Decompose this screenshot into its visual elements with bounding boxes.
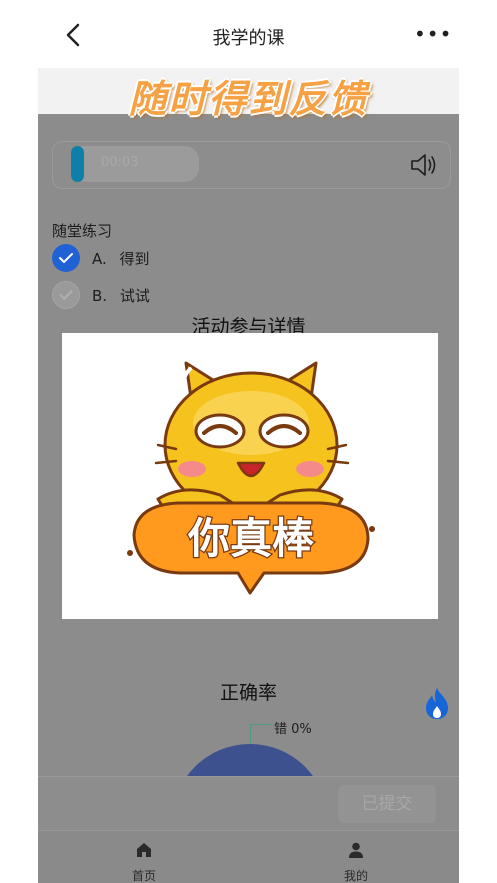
flame-icon[interactable]: [424, 686, 450, 720]
home-icon: [137, 843, 151, 857]
option-a-label[interactable]: A. 得到: [92, 248, 150, 269]
option-b-text: 试试: [119, 287, 150, 305]
bottom-tab-bar: 首页 我的: [38, 830, 459, 883]
tab-home[interactable]: 首页: [104, 831, 184, 883]
user-icon: [349, 842, 363, 858]
option-b-key: B.: [92, 287, 108, 305]
quiz-section-label: 随堂练习: [52, 222, 113, 240]
option-a-text: 得到: [119, 250, 150, 268]
audio-player: 00:03: [52, 141, 451, 189]
submitted-button[interactable]: 已提交: [338, 785, 436, 823]
praise-popup[interactable]: 你真棒: [62, 333, 438, 619]
audio-time: 00:03: [101, 155, 139, 170]
option-a-checkbox[interactable]: [52, 244, 80, 272]
feedback-banner: 随时得到反馈: [38, 68, 459, 121]
audio-progress-fill: [71, 146, 84, 182]
cat-praise-sticker: 你真棒: [127, 361, 375, 595]
audio-progress-bar[interactable]: 00:03: [71, 146, 199, 182]
banner-text: 随时得到反馈: [128, 77, 369, 121]
option-b-label[interactable]: B. 试试: [92, 285, 150, 306]
option-a-key: A.: [92, 250, 107, 268]
sticker-text: 你真棒: [187, 514, 315, 563]
wrong-rate-label: 错 0%: [274, 722, 312, 737]
chart-leader-line: [250, 724, 273, 745]
tab-mine[interactable]: 我的: [316, 831, 396, 883]
top-navigation-bar: 我学的课 •••: [0, 0, 497, 68]
checkmark-icon: [59, 290, 73, 300]
speaker-icon[interactable]: [409, 151, 439, 179]
accuracy-title: 正确率: [219, 682, 277, 704]
option-b-checkbox[interactable]: [52, 281, 80, 309]
checkmark-icon: [59, 253, 73, 263]
submit-bar: 已提交: [38, 776, 459, 831]
tab-mine-label: 我的: [343, 869, 368, 883]
course-screen: 随时得到反馈 00:03 随堂练习 A. 得到 B. 试试 活动参与详情 正确率…: [38, 68, 459, 883]
more-options-icon[interactable]: •••: [414, 22, 451, 46]
tab-home-label: 首页: [131, 869, 156, 883]
